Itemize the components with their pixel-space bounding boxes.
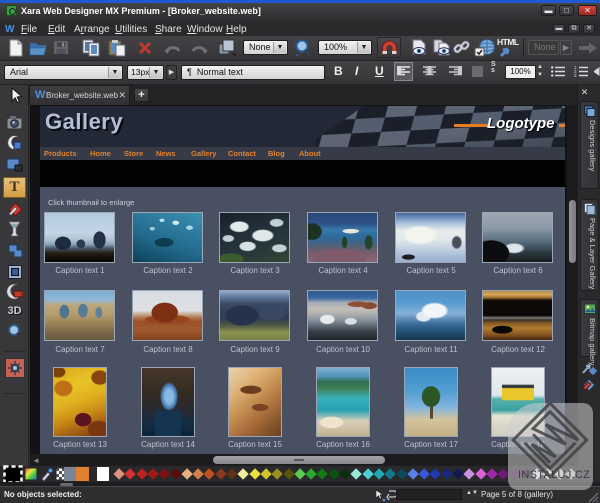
svg-text:3: 3	[574, 73, 577, 77]
